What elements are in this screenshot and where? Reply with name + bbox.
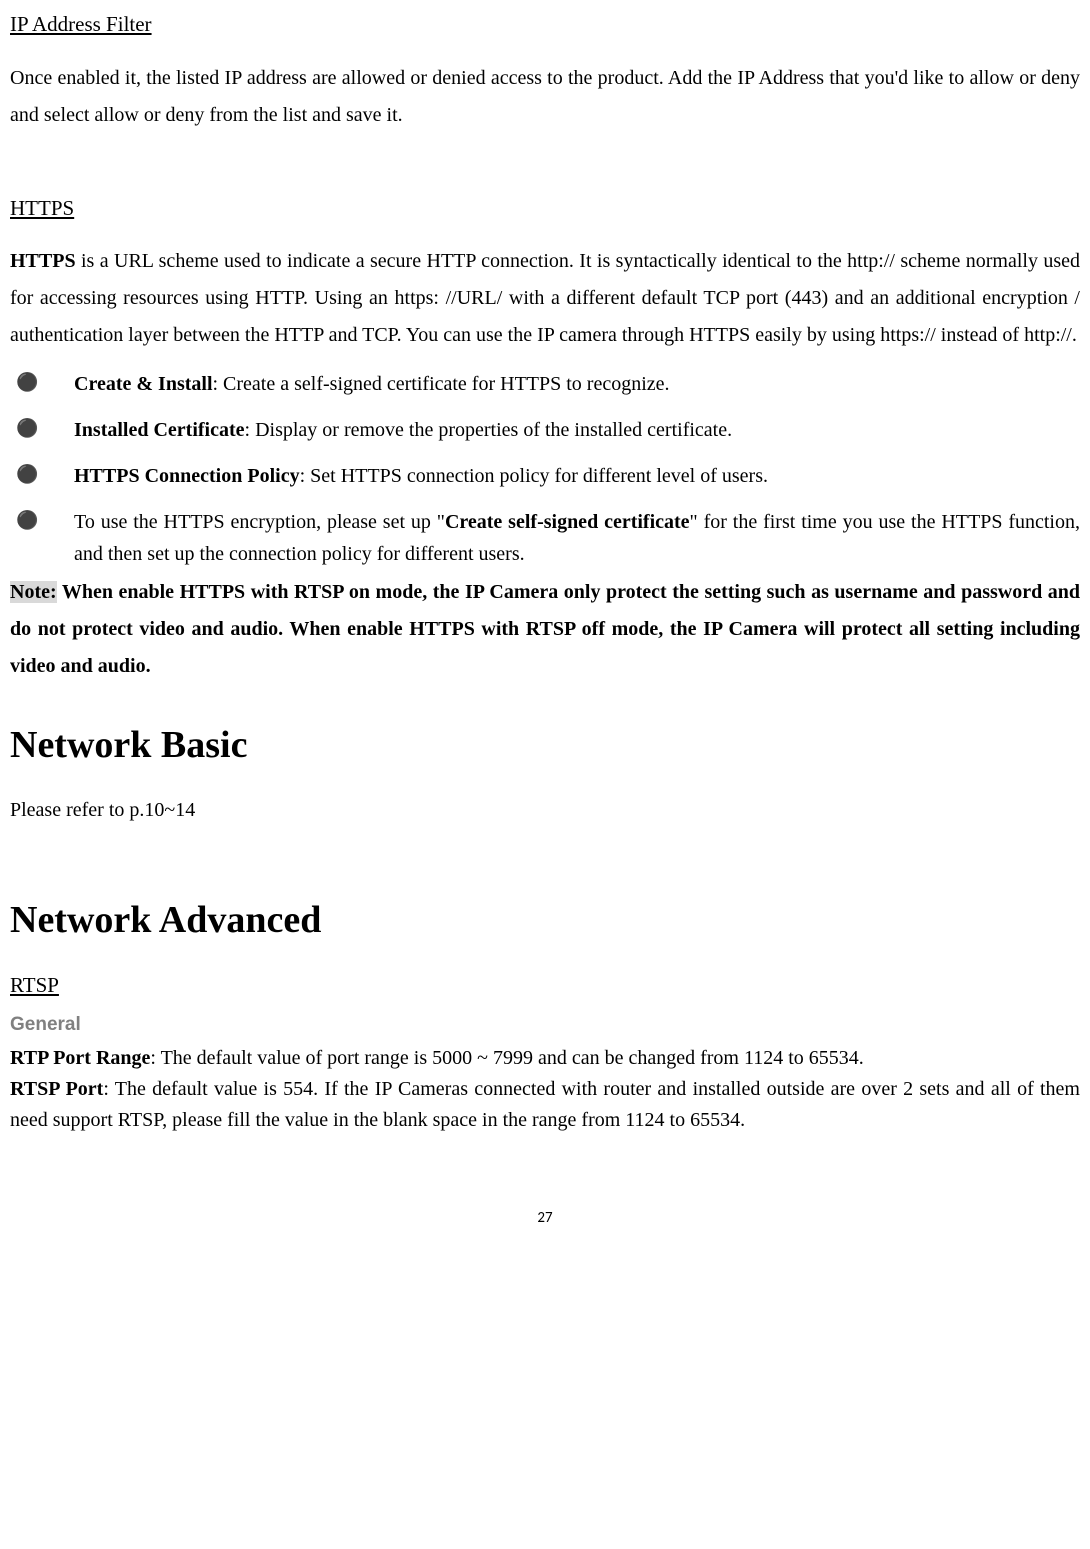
page-number: 27 <box>10 1206 1080 1230</box>
ip-filter-paragraph: Once enabled it, the listed IP address a… <box>10 60 1080 134</box>
bullet-text: : Create a self-signed certificate for H… <box>213 373 670 395</box>
note-text: When enable HTTPS with RTSP on mode, the… <box>10 581 1080 677</box>
list-item: ⚫ Installed Certificate: Display or remo… <box>10 414 1080 446</box>
list-item: ⚫ HTTPS Connection Policy: Set HTTPS con… <box>10 460 1080 492</box>
rtp-label: RTP Port Range <box>10 1047 150 1069</box>
general-label: General <box>10 1010 1080 1040</box>
bullet-label: Create & Install <box>74 373 213 395</box>
network-advanced-heading: Network Advanced <box>10 890 1080 951</box>
ip-filter-heading: IP Address Filter <box>10 8 1080 42</box>
rtsp-heading: RTSP <box>10 969 1080 1003</box>
bullet-icon: ⚫ <box>10 460 74 492</box>
list-item: ⚫ To use the HTTPS encryption, please se… <box>10 506 1080 570</box>
rtsp-port: RTSP Port: The default value is 554. If … <box>10 1074 1080 1136</box>
bullet-text: : Display or remove the properties of th… <box>245 419 733 441</box>
bullet-label: HTTPS Connection Policy <box>74 465 300 487</box>
bullet-text-pre: To use the HTTPS encryption, please set … <box>74 511 445 533</box>
https-intro: HTTPS is a URL scheme used to indicate a… <box>10 243 1080 354</box>
rtsp-text: : The default value is 554. If the IP Ca… <box>10 1078 1080 1131</box>
list-item: ⚫ Create & Install: Create a self-signed… <box>10 368 1080 400</box>
bullet-text: : Set HTTPS connection policy for differ… <box>300 465 768 487</box>
bullet-icon: ⚫ <box>10 506 74 570</box>
network-basic-text: Please refer to p.10~14 <box>10 794 1080 826</box>
rtp-text: : The default value of port range is 500… <box>150 1047 863 1069</box>
https-heading: HTTPS <box>10 192 1080 226</box>
https-note: Note: When enable HTTPS with RTSP on mod… <box>10 574 1080 685</box>
bullet-icon: ⚫ <box>10 414 74 446</box>
rtp-port-range: RTP Port Range: The default value of por… <box>10 1043 1080 1074</box>
rtsp-label: RTSP Port <box>10 1078 103 1100</box>
bullet-text-bold: Create self-signed certificate <box>445 511 690 533</box>
https-bullet-list: ⚫ Create & Install: Create a self-signed… <box>10 368 1080 570</box>
https-intro-label: HTTPS <box>10 250 76 272</box>
note-label: Note: <box>10 581 57 603</box>
https-intro-text: is a URL scheme used to indicate a secur… <box>10 250 1080 346</box>
network-basic-heading: Network Basic <box>10 715 1080 776</box>
bullet-icon: ⚫ <box>10 368 74 400</box>
bullet-label: Installed Certificate <box>74 419 245 441</box>
